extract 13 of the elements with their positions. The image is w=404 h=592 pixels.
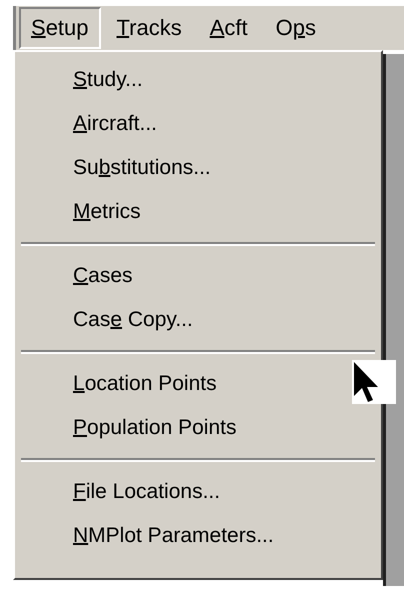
menu-title[interactable]: Acft [198,7,260,49]
menu-item[interactable]: File Locations... [15,470,381,514]
menu-item[interactable]: Population Points [15,406,381,450]
menu-title[interactable]: Ops [264,7,328,49]
menu-item[interactable]: Metrics [15,190,381,234]
menu-item[interactable]: Cases [15,254,381,298]
menu-title[interactable]: Setup [19,7,101,49]
menu-item[interactable]: Case Copy... [15,298,381,342]
menu-item[interactable]: NMPlot Parameters... [15,514,381,558]
menu-item[interactable]: Aircraft... [15,102,381,146]
menu-title[interactable]: Tracks [104,7,194,49]
menu-item[interactable]: Study... [15,58,381,102]
menu-item[interactable]: Substitutions... [15,146,381,190]
